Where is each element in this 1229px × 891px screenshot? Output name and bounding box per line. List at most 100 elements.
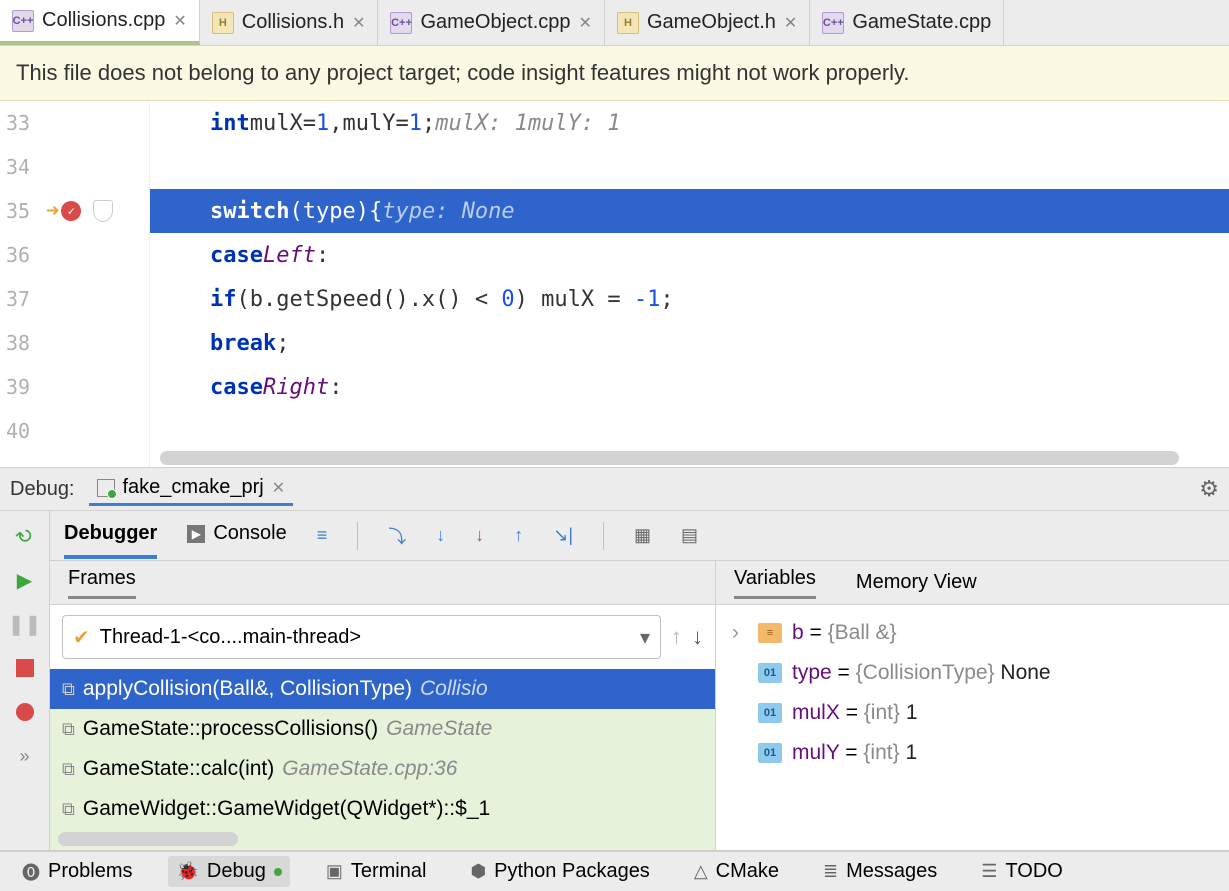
breakpoint-icon[interactable]: ✓ [61,201,81,221]
cpp-file-icon: C++ [12,10,34,32]
expand-icon[interactable]: › [732,621,748,645]
close-icon[interactable]: ✕ [272,478,285,498]
more-button[interactable]: » [12,743,38,769]
tool-problems[interactable]: ⓿ Problems [14,855,140,889]
tool-terminal[interactable]: ▣ Terminal [318,856,435,887]
frame-icon: ⧉ [62,719,75,740]
cmake-icon: △ [694,861,708,882]
variables-list: › ≡ b = {Ball &} 01 type = {CollisionTyp… [716,605,1229,850]
variable-row[interactable]: 01 mulX = {int} 1 [716,693,1229,733]
code-line[interactable]: case Left: [150,233,1229,277]
editor-area: 33 34 35 ➜ ✓ 36 37 38 39 40 int mulX = 1… [0,101,1229,467]
terminal-icon: ▣ [326,861,343,882]
bug-icon: 🐞 [176,861,198,882]
code-area[interactable]: int mulX = 1, mulY = 1; mulX: 1 mulY: 1 … [150,101,1229,467]
code-line[interactable]: int mulX = 1, mulY = 1; mulX: 1 mulY: 1 [150,101,1229,145]
frames-header: Frames [50,561,715,605]
code-line[interactable] [150,409,1229,453]
horizontal-scrollbar[interactable] [160,451,1179,465]
close-icon[interactable]: ✕ [173,11,186,31]
variables-tab[interactable]: Variables [734,567,816,599]
tool-python-packages[interactable]: ⬢ Python Packages [462,856,657,887]
frame-row[interactable]: ⧉ GameWidget::GameWidget(QWidget*)::$_1 [50,789,715,829]
variable-row[interactable]: 01 type = {CollisionType} None [716,653,1229,693]
tool-todo[interactable]: ☰ TODO [973,856,1071,887]
frames-tab-title[interactable]: Frames [68,567,136,599]
editor-tab-collisions-cpp[interactable]: C++ Collisions.cpp ✕ [0,0,200,45]
stop-button[interactable] [12,655,38,681]
frame-row[interactable]: ⧉ applyCollision(Ball&, CollisionType) C… [50,669,715,709]
view-breakpoints-button[interactable] [12,699,38,725]
line-number: 37 [6,287,42,311]
editor-tab-collisions-h[interactable]: H Collisions.h ✕ [200,0,379,45]
tool-messages[interactable]: ≣ Messages [815,856,945,887]
gear-icon[interactable]: ⚙ [1199,476,1219,502]
code-line-current[interactable]: switch (type) { type: None [150,189,1229,233]
line-number: 36 [6,243,42,267]
code-line[interactable]: case Right: [150,365,1229,409]
code-line[interactable] [150,145,1229,189]
evaluate-expression-icon[interactable]: ▦ [634,525,651,546]
thread-selector[interactable]: ✔ Thread-1-<co....main-thread> ▾ [62,615,661,659]
variable-row[interactable]: › ≡ b = {Ball &} [716,613,1229,653]
primitive-icon: 01 [758,663,782,683]
tab-label: GameState.cpp [852,11,991,34]
h-file-icon: H [212,12,234,34]
shield-icon [93,200,113,222]
resume-button[interactable]: ▶ [12,567,38,593]
run-config-name: fake_cmake_prj [123,476,264,499]
frame-next-button[interactable]: ↓ [692,624,703,650]
struct-icon: ≡ [758,623,782,643]
chevron-down-icon: ▾ [640,625,650,650]
tool-debug[interactable]: 🐞 Debug [168,856,289,887]
step-over-icon[interactable]: ⤵ [388,523,406,549]
variable-row[interactable]: 01 mulY = {int} 1 [716,733,1229,773]
frame-fn: applyCollision(Ball&, CollisionType) [83,677,412,701]
run-to-cursor-icon[interactable]: ↘| [553,525,573,546]
close-icon[interactable]: ✕ [352,13,365,33]
h-file-icon: H [617,12,639,34]
cpp-file-icon: C++ [390,12,412,34]
inline-hint: type: None [382,199,514,224]
debug-main: Debugger ▶ Console ≡ ⤵ ↓ ↓ ↑ ↘| ▦ ▤ Fram… [50,511,1229,850]
close-icon[interactable]: ✕ [784,13,797,33]
cpp-file-icon: C++ [822,12,844,34]
tab-debugger[interactable]: Debugger [64,512,157,559]
line-number: 34 [6,155,42,179]
frame-row[interactable]: ⧉ GameState::calc(int) GameState.cpp:36 [50,749,715,789]
memory-view-tab[interactable]: Memory View [856,571,977,594]
editor-tab-gameobject-h[interactable]: H GameObject.h ✕ [605,0,810,45]
force-step-into-icon[interactable]: ↓ [475,525,484,546]
frame-location: Collisio [420,677,488,701]
frame-row[interactable]: ⧉ GameState::processCollisions() GameSta… [50,709,715,749]
line-number: 39 [6,375,42,399]
step-out-icon[interactable]: ↑ [514,525,523,546]
horizontal-scrollbar[interactable] [58,832,238,846]
tab-label: Collisions.cpp [42,9,165,32]
console-icon: ▶ [187,525,205,543]
frame-fn: GameState::calc(int) [83,757,274,781]
inline-hint: mulY: 1 [528,111,621,136]
rerun-button[interactable]: ↻ [6,518,43,555]
frame-prev-button[interactable]: ↑ [671,624,682,650]
debug-controls-rail: ↻ ▶ ❚❚ » [0,511,50,850]
pause-button[interactable]: ❚❚ [12,611,38,637]
step-into-icon[interactable]: ↓ [436,525,445,546]
frames-pane: Frames ✔ Thread-1-<co....main-thread> ▾ … [50,561,716,850]
layout-settings-icon[interactable]: ▤ [681,525,698,546]
debug-panes: Frames ✔ Thread-1-<co....main-thread> ▾ … [50,561,1229,850]
code-line[interactable]: break; [150,321,1229,365]
frame-location: GameState.cpp:36 [282,757,457,781]
primitive-icon: 01 [758,743,782,763]
problems-icon: ⓿ [22,859,40,885]
tool-cmake[interactable]: △ CMake [686,856,787,887]
threads-icon[interactable]: ≡ [317,525,328,546]
tab-console[interactable]: ▶ Console [187,512,286,559]
execution-pointer-icon: ➜ [46,199,59,224]
editor-tab-gamestate-cpp[interactable]: C++ GameState.cpp [810,0,1004,45]
close-icon[interactable]: ✕ [579,13,592,33]
code-line[interactable]: if (b.getSpeed().x() < 0) mulX = -1; [150,277,1229,321]
editor-tab-gameobject-cpp[interactable]: C++ GameObject.cpp ✕ [378,0,604,45]
tab-label: GameObject.cpp [420,11,570,34]
run-configuration[interactable]: fake_cmake_prj ✕ [89,472,294,506]
